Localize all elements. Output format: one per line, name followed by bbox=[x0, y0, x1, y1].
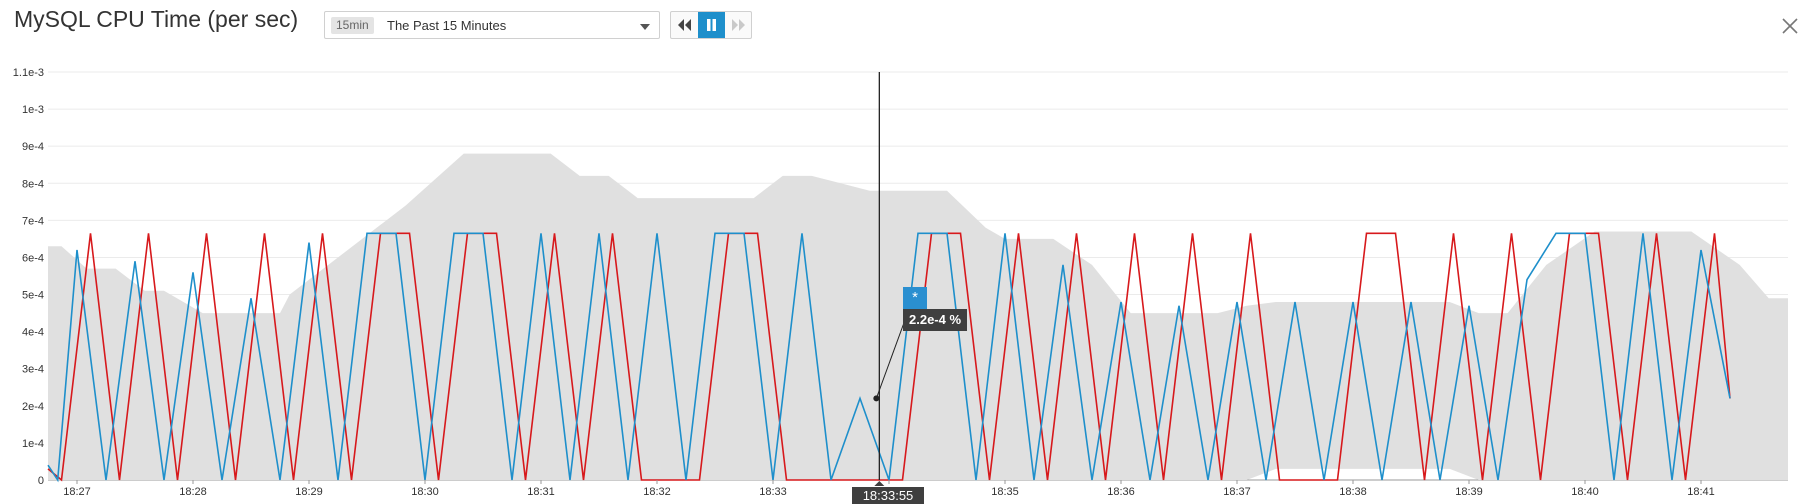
x-tick-label: 18:33 bbox=[759, 486, 787, 498]
rewind-icon bbox=[678, 19, 691, 31]
pause-icon bbox=[707, 19, 716, 31]
y-tick-label: 0 bbox=[38, 475, 44, 487]
x-tick-label: 18:39 bbox=[1455, 486, 1483, 498]
timeframe-label: The Past 15 Minutes bbox=[387, 18, 507, 33]
x-tick-label: 18:36 bbox=[1107, 486, 1135, 498]
rewind-button[interactable] bbox=[671, 12, 698, 38]
pause-button[interactable] bbox=[698, 12, 725, 38]
x-tick-label: 18:37 bbox=[1223, 486, 1251, 498]
x-tick-label: 18:40 bbox=[1571, 486, 1599, 498]
chevron-down-icon[interactable] bbox=[640, 24, 650, 30]
y-tick-label: 1e-3 bbox=[22, 104, 44, 116]
playback-controls bbox=[670, 11, 752, 39]
y-tick-label: 1.1e-3 bbox=[13, 67, 44, 79]
x-tick-label: 18:31 bbox=[527, 486, 555, 498]
fast-forward-icon bbox=[732, 19, 745, 31]
y-tick-label: 1e-4 bbox=[22, 438, 44, 450]
hover-series-marker: * bbox=[903, 287, 927, 309]
cpu-time-chart[interactable]: 0 1e-4 2e-4 3e-4 4e-4 5e-4 6e-4 7e-4 8e-4 9e-4 1e-… bbox=[0, 60, 1804, 504]
x-tick-label: 18:35 bbox=[991, 486, 1019, 498]
y-tick-label: 3e-4 bbox=[22, 364, 44, 376]
y-tick-label: 9e-4 bbox=[22, 141, 44, 153]
x-tick-label: 18:27 bbox=[63, 486, 91, 498]
timeframe-badge: 15min bbox=[331, 17, 374, 34]
hover-time-label: 18:33:55 bbox=[852, 487, 924, 504]
x-tick-label: 18:28 bbox=[179, 486, 207, 498]
x-tick-label: 18:30 bbox=[411, 486, 439, 498]
y-tick-label: 6e-4 bbox=[22, 252, 44, 264]
hover-point bbox=[873, 395, 880, 402]
fast-forward-button[interactable] bbox=[725, 12, 752, 38]
x-tick-label: 18:32 bbox=[643, 486, 671, 498]
y-tick-label: 7e-4 bbox=[22, 215, 44, 227]
timeframe-selector[interactable]: 15min The Past 15 Minutes bbox=[324, 11, 660, 39]
y-tick-label: 5e-4 bbox=[22, 290, 44, 302]
chart-title: MySQL CPU Time (per sec) bbox=[14, 6, 299, 32]
close-icon[interactable] bbox=[1781, 17, 1799, 35]
hover-value-label: 2.2e-4 % bbox=[903, 309, 968, 331]
x-tick-label: 18:41 bbox=[1687, 486, 1715, 498]
hover-time-pointer bbox=[874, 481, 885, 486]
x-tick-label: 18:38 bbox=[1339, 486, 1367, 498]
y-tick-label: 8e-4 bbox=[22, 178, 44, 190]
x-tick-label: 18:29 bbox=[295, 486, 323, 498]
y-tick-label: 2e-4 bbox=[22, 401, 44, 413]
y-tick-label: 4e-4 bbox=[22, 327, 44, 339]
